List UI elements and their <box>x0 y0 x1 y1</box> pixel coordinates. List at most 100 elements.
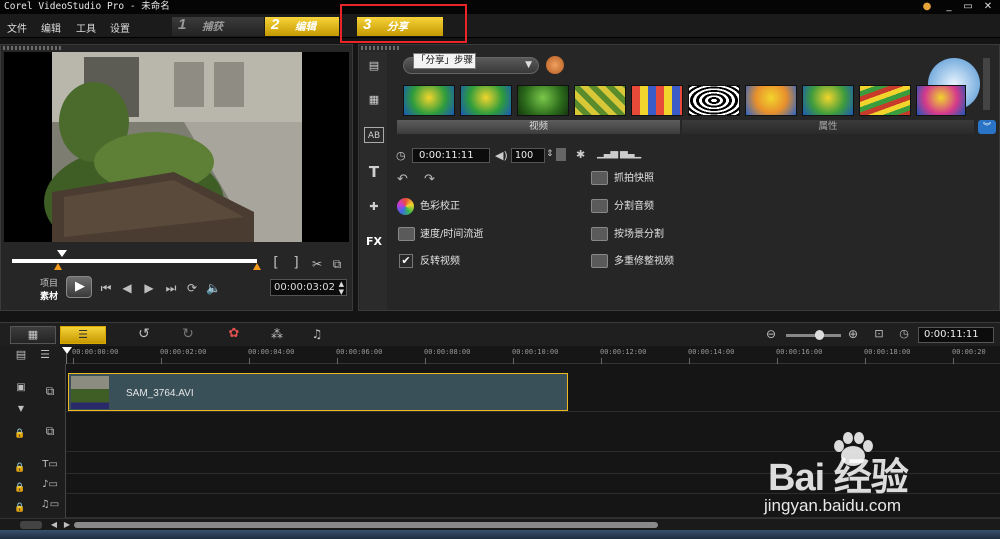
fx-icon[interactable]: FX <box>364 234 384 250</box>
menu-tools[interactable]: 工具 <box>76 20 96 35</box>
enlarge-icon[interactable]: ⧉ <box>330 257 344 271</box>
mute-icon[interactable]: ✱ <box>576 148 585 161</box>
playhead-handle[interactable] <box>57 250 67 257</box>
fit-project-icon[interactable]: ⊡ <box>872 327 886 341</box>
filter-thumbnail[interactable] <box>631 85 683 116</box>
split-by-scene-icon[interactable] <box>591 227 608 241</box>
filter-thumbnail[interactable] <box>745 85 797 116</box>
redo-icon[interactable]: ↻ <box>180 327 196 341</box>
media-icon[interactable]: ▤ <box>364 58 384 74</box>
timeline-ruler[interactable]: 00:00:00:00 00:00:02:00 00:00:04:00 00:00:0… <box>66 346 1000 364</box>
filter-thumbnail[interactable] <box>802 85 854 116</box>
reverse-video-checkbox[interactable]: ✔ <box>399 254 413 268</box>
duration-field[interactable]: 0:00:11:11 <box>412 148 490 163</box>
volume-field[interactable]: 100 <box>511 148 545 163</box>
filter-thumbnail[interactable] <box>688 85 740 116</box>
track-manager-icon[interactable]: ▤ <box>14 348 28 362</box>
split-audio-label[interactable]: 分割音频 <box>614 201 654 213</box>
fade-out-icon[interactable]: ▅▃▁ <box>620 148 641 159</box>
home-icon[interactable]: ⏮ <box>99 281 113 295</box>
chapter-list-icon[interactable]: ☰ <box>38 348 52 362</box>
fade-in-icon[interactable]: ▁▃▅ <box>597 148 618 159</box>
undo-icon[interactable]: ↺ <box>136 327 152 341</box>
panel-grip[interactable] <box>3 46 63 50</box>
split-audio-icon[interactable] <box>591 199 608 213</box>
mode-project-label[interactable]: 项目 <box>40 276 58 289</box>
track-add-button[interactable] <box>20 521 42 529</box>
record-capture-icon[interactable]: ✿ <box>225 327 243 341</box>
minimize-button[interactable]: _ <box>940 1 958 13</box>
track-visibility-icon[interactable]: ▣ <box>14 381 28 395</box>
lock-icon[interactable]: 🔒 <box>14 481 26 495</box>
speed-time-lapse-label[interactable]: 速度/时间流逝 <box>420 229 483 241</box>
scissors-icon[interactable]: ✂ <box>310 257 324 271</box>
app-logo-icon[interactable]: ● <box>918 1 936 13</box>
scrubber-bar[interactable] <box>12 259 257 263</box>
mark-out-button[interactable]: ] <box>290 256 302 270</box>
timeline-view-button[interactable]: ☰ <box>60 326 106 344</box>
filter-thumbnail[interactable] <box>403 85 455 116</box>
reverse-video-label[interactable]: 反转视频 <box>420 256 460 268</box>
end-icon[interactable]: ⏭ <box>164 281 178 295</box>
timecode-spinner-icon[interactable]: ▲ ▼ <box>339 280 344 296</box>
next-frame-icon[interactable]: ▶ <box>142 281 156 295</box>
multi-trim-icon[interactable] <box>591 254 608 268</box>
audio-mixer-icon[interactable]: ⁂ <box>268 327 286 341</box>
timecode-field[interactable]: 00:00:03:02 ▲ ▼ <box>270 279 347 296</box>
zoom-slider-thumb[interactable] <box>815 330 824 340</box>
mark-in-button[interactable]: [ <box>270 256 282 270</box>
tab-attributes[interactable]: 属性 <box>682 120 974 134</box>
color-correction-icon[interactable] <box>397 198 414 215</box>
snapshot-label[interactable]: 抓拍快照 <box>614 173 654 185</box>
menu-edit[interactable]: 编辑 <box>41 20 61 35</box>
trim-start-marker[interactable] <box>54 263 62 270</box>
collapse-options-icon[interactable]: ︾ <box>978 120 996 134</box>
graphic-icon[interactable]: ✚ <box>364 199 384 215</box>
lock-icon[interactable]: 🔒 <box>14 501 26 515</box>
filter-thumbnail[interactable] <box>460 85 512 116</box>
gallery-scrollbar[interactable] <box>983 58 990 110</box>
expand-tracks-icon[interactable]: ▼ <box>14 402 28 416</box>
zoom-out-icon[interactable]: ⊖ <box>764 327 778 341</box>
panel-grip[interactable] <box>361 46 401 50</box>
title-icon[interactable]: AB <box>364 127 384 143</box>
lock-icon[interactable]: 🔒 <box>14 427 26 441</box>
restore-button[interactable]: ▭ <box>959 1 977 13</box>
filter-thumbnail[interactable] <box>916 85 966 116</box>
storyboard-view-button[interactable]: ▦ <box>10 326 56 344</box>
color-correction-label[interactable]: 色彩校正 <box>420 201 460 213</box>
speed-time-lapse-icon[interactable] <box>398 227 415 241</box>
split-by-scene-label[interactable]: 按场景分割 <box>614 229 664 241</box>
ruler-tick-label: 00:00:20 <box>952 348 986 356</box>
timeline-playhead[interactable] <box>62 347 72 354</box>
transition-icon[interactable]: ▦ <box>364 92 384 108</box>
lock-icon[interactable]: 🔒 <box>14 461 26 475</box>
volume-icon[interactable]: 🔈 <box>206 281 221 295</box>
close-button[interactable]: ✕ <box>979 1 997 13</box>
prev-frame-icon[interactable]: ◀ <box>120 281 134 295</box>
volume-spinner-icon[interactable]: ⇕ <box>546 149 554 159</box>
filter-thumbnail[interactable] <box>574 85 626 116</box>
filter-thumbnail[interactable] <box>859 85 911 116</box>
tab-video[interactable]: 视频 <box>397 120 680 134</box>
step-edit-tab[interactable]: 2 编辑 <box>265 16 339 36</box>
zoom-slider[interactable] <box>786 334 841 337</box>
filter-thumbnail[interactable] <box>517 85 569 116</box>
play-button[interactable]: ▶ <box>66 276 92 298</box>
scrollbar-thumb[interactable] <box>74 522 658 528</box>
volume-dropdown-icon[interactable] <box>556 148 566 161</box>
menu-file[interactable]: 文件 <box>7 20 27 35</box>
snapshot-icon[interactable] <box>591 171 608 185</box>
settings-gear-icon[interactable] <box>546 56 564 74</box>
rotate-right-icon[interactable]: ↷ <box>424 172 435 187</box>
text-icon[interactable]: T <box>364 164 384 180</box>
menu-settings[interactable]: 设置 <box>110 20 130 35</box>
rotate-left-icon[interactable]: ↶ <box>397 172 408 187</box>
trim-end-marker[interactable] <box>253 263 261 270</box>
step-capture-tab[interactable]: 1 捕获 <box>172 16 264 36</box>
zoom-in-icon[interactable]: ⊕ <box>846 327 860 341</box>
multi-trim-label[interactable]: 多重修整视频 <box>614 256 674 268</box>
auto-music-icon[interactable]: ♫ <box>308 327 326 341</box>
repeat-icon[interactable]: ⟳ <box>185 281 199 295</box>
mode-clip-label[interactable]: 素材 <box>40 289 58 302</box>
